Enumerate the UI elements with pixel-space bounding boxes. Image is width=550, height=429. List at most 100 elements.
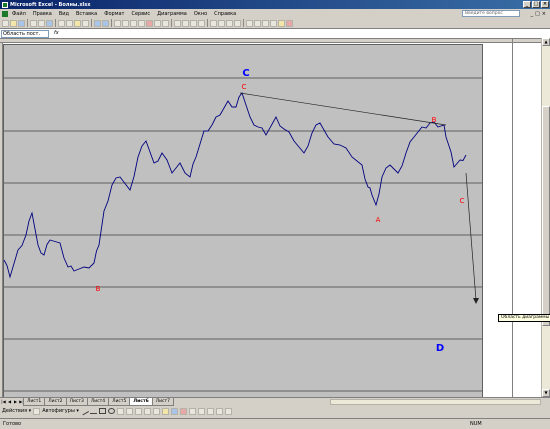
spelling-icon[interactable] [46, 19, 53, 27]
scroll-down-icon[interactable]: ▼ [542, 389, 550, 397]
fill-color-draw-icon[interactable] [161, 407, 169, 415]
bold-icon[interactable] [182, 19, 189, 27]
print-icon[interactable] [30, 19, 37, 27]
autosum-icon[interactable] [122, 19, 129, 27]
trend-line-cb [239, 92, 447, 126]
tab-sheet4[interactable]: Лист4 [86, 398, 110, 406]
font-color-icon[interactable] [286, 19, 293, 27]
menu-chart[interactable]: Диаграмма [157, 11, 187, 17]
rectangle-tool-icon[interactable] [98, 408, 106, 414]
column-headers[interactable] [0, 39, 550, 43]
hyperlink-icon[interactable] [114, 19, 121, 27]
font-select-icon[interactable] [174, 19, 181, 27]
menu-edit[interactable]: Правка [33, 11, 52, 17]
excel-app-icon [2, 1, 8, 8]
wordart-icon[interactable] [125, 407, 133, 415]
new-icon[interactable] [2, 19, 9, 27]
drawing-toolbar: Действия ▾ Автофигуры ▾ [0, 406, 550, 416]
fill-color-icon[interactable] [278, 19, 285, 27]
toolbar-separator [171, 19, 172, 27]
shadow-icon[interactable] [215, 407, 223, 415]
close-button[interactable]: × [541, 1, 549, 8]
menu-format[interactable]: Формат [104, 11, 124, 17]
fx-icon[interactable]: fx [54, 30, 59, 36]
toolbar-separator [111, 19, 112, 27]
autoshapes-menu[interactable]: Автофигуры ▾ [42, 408, 79, 414]
wave-label: C [460, 197, 465, 205]
percent-icon[interactable] [254, 19, 261, 27]
save-icon[interactable] [18, 19, 25, 27]
currency-icon[interactable] [246, 19, 253, 27]
font-color-draw-icon[interactable] [179, 407, 187, 415]
chart-wizard-icon[interactable] [146, 19, 153, 27]
actions-menu[interactable]: Действия ▾ [2, 408, 31, 414]
minimize-button[interactable]: _ [523, 1, 531, 8]
arrow-tool-icon[interactable] [89, 408, 97, 414]
name-box[interactable]: Область пост. [1, 30, 49, 38]
horizontal-scrollbar[interactable] [330, 399, 541, 405]
borders-icon[interactable] [270, 19, 277, 27]
document-icon[interactable] [2, 10, 8, 17]
diagram-icon[interactable] [134, 407, 142, 415]
merge-icon[interactable] [234, 19, 241, 27]
print-preview-icon[interactable] [38, 19, 45, 27]
toolbar-separator [27, 19, 28, 27]
first-sheet-icon[interactable]: |◀ [1, 399, 6, 405]
paste-icon[interactable] [74, 19, 81, 27]
chart-svg[interactable]: CCBACBD [4, 45, 482, 397]
copy-icon[interactable] [66, 19, 73, 27]
picture-icon[interactable] [152, 407, 160, 415]
vertical-scrollbar[interactable]: ▲ ▼ [541, 38, 550, 397]
sort-desc-icon[interactable] [138, 19, 145, 27]
document-window-controls[interactable]: _□× [531, 11, 548, 17]
wave-label: C [242, 83, 247, 91]
menu-window[interactable]: Окно [194, 11, 207, 17]
textbox-icon[interactable] [116, 407, 124, 415]
title-bar: Microsoft Excel - Волны.xlsx _ □ × [0, 0, 550, 9]
align-left-icon[interactable] [210, 19, 217, 27]
menu-file[interactable]: Файл [12, 11, 26, 17]
comma-icon[interactable] [262, 19, 269, 27]
redo-icon[interactable] [102, 19, 109, 27]
align-right-icon[interactable] [226, 19, 233, 27]
align-center-icon[interactable] [218, 19, 225, 27]
tab-sheet1[interactable]: Лист1 [23, 398, 46, 406]
line-tool-icon[interactable] [79, 406, 89, 416]
menu-view[interactable]: Вид [59, 11, 69, 17]
wave-label: D [436, 343, 444, 354]
arrow-style-icon[interactable] [206, 407, 214, 415]
format-painter-icon[interactable] [82, 19, 89, 27]
ask-question-input[interactable]: Введите вопрос [462, 10, 520, 17]
prev-sheet-icon[interactable]: ◀ [7, 399, 12, 405]
maximize-button[interactable]: □ [532, 1, 540, 8]
worksheet[interactable]: CCBACBD [0, 38, 550, 398]
drawing-icon[interactable] [154, 19, 161, 27]
menu-help[interactable]: Справка [214, 11, 236, 17]
next-sheet-icon[interactable]: ▶ [13, 399, 18, 405]
undo-icon[interactable] [94, 19, 101, 27]
menu-tools[interactable]: Сервис [131, 11, 150, 17]
oval-tool-icon[interactable] [107, 408, 115, 414]
tab-sheet3[interactable]: Лист3 [65, 398, 88, 406]
sort-asc-icon[interactable] [130, 19, 137, 27]
menu-insert[interactable]: Вставка [76, 11, 97, 17]
tab-sheet6[interactable]: Лист6 [129, 398, 153, 406]
tab-sheet5[interactable]: Лист5 [108, 398, 131, 406]
zoom-select-icon[interactable] [162, 19, 169, 27]
line-style-icon[interactable] [188, 407, 196, 415]
underline-icon[interactable] [198, 19, 205, 27]
scroll-up-icon[interactable]: ▲ [542, 38, 550, 46]
open-icon[interactable] [10, 19, 17, 27]
wave-label: B [432, 116, 437, 124]
cut-icon[interactable] [58, 19, 65, 27]
dash-style-icon[interactable] [197, 407, 205, 415]
3d-icon[interactable] [224, 407, 232, 415]
select-objects-icon[interactable] [33, 407, 41, 415]
tab-sheet2[interactable]: Лист2 [44, 398, 67, 406]
italic-icon[interactable] [190, 19, 197, 27]
clipart-icon[interactable] [143, 407, 151, 415]
scroll-thumb[interactable] [542, 106, 550, 326]
line-color-icon[interactable] [170, 407, 178, 415]
tab-sheet7[interactable]: Лист7 [151, 398, 174, 406]
chart-plot-area[interactable]: CCBACBD [3, 44, 483, 398]
